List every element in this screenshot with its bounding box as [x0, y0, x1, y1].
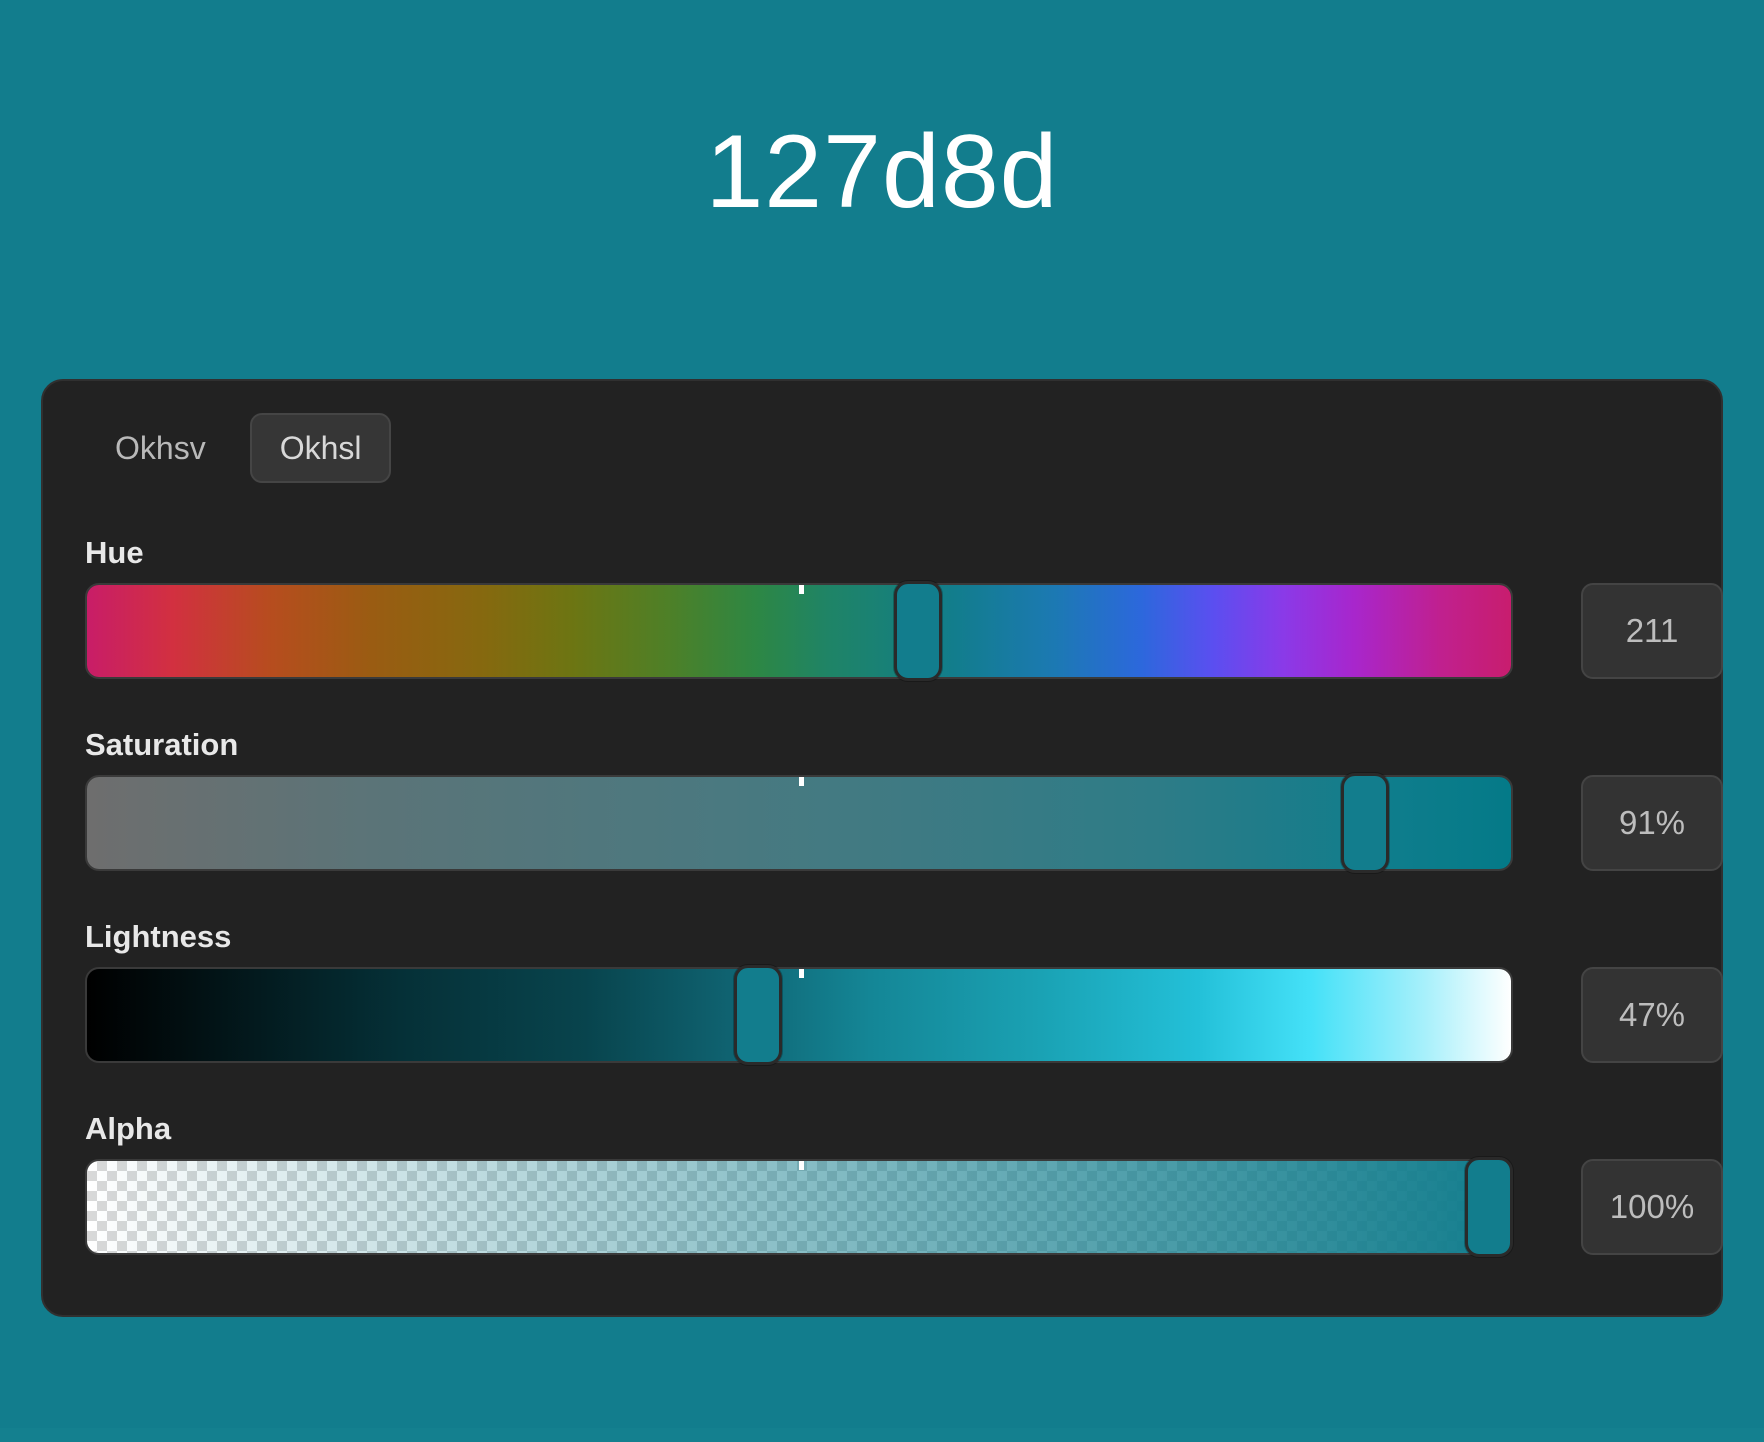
saturation-track[interactable] [85, 775, 1513, 871]
lightness-value-field[interactable]: 47% [1581, 967, 1723, 1063]
bottom-strip [0, 1428, 1764, 1442]
color-hex-title: 127d8d [705, 114, 1059, 230]
lightness-center-tick [799, 969, 804, 978]
alpha-gradient [87, 1161, 1511, 1253]
lightness-label: Lightness [85, 919, 232, 954]
saturation-label: Saturation [85, 727, 239, 762]
hue-thumb[interactable] [893, 581, 942, 681]
lightness-gradient [87, 969, 1511, 1061]
mode-tabs: Okhsv Okhsl [87, 413, 392, 483]
hue-value-field[interactable]: 211 [1581, 583, 1723, 679]
alpha-value-field[interactable]: 100% [1581, 1159, 1723, 1255]
lightness-thumb[interactable] [733, 965, 782, 1065]
lightness-slider-group: Lightness 47% [85, 919, 1723, 1089]
saturation-gradient [87, 777, 1511, 869]
saturation-thumb[interactable] [1340, 773, 1389, 873]
alpha-track[interactable] [85, 1159, 1513, 1255]
saturation-slider-group: Saturation 91% [85, 727, 1723, 897]
hue-slider-group: Hue 211 [85, 535, 1723, 705]
alpha-slider-group: Alpha 100% [85, 1111, 1723, 1281]
color-picker-panel: Okhsv Okhsl Hue 211 Saturation 91% Light… [41, 379, 1723, 1317]
tab-okhsv[interactable]: Okhsv [87, 413, 234, 483]
lightness-track[interactable] [85, 967, 1513, 1063]
alpha-thumb[interactable] [1465, 1157, 1513, 1257]
hue-label: Hue [85, 535, 144, 570]
saturation-center-tick [799, 777, 804, 786]
hue-center-tick [799, 585, 804, 594]
tab-okhsl[interactable]: Okhsl [249, 413, 392, 483]
hue-gradient [87, 585, 1511, 677]
alpha-label: Alpha [85, 1111, 172, 1146]
hue-track[interactable] [85, 583, 1513, 679]
alpha-center-tick [799, 1161, 804, 1170]
saturation-value-field[interactable]: 91% [1581, 775, 1723, 871]
